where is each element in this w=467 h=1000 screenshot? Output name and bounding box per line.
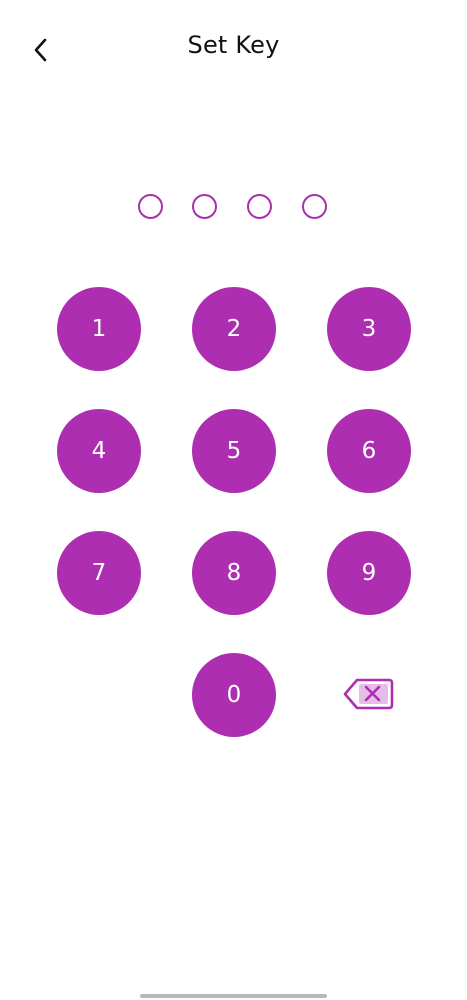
key-0[interactable]: 0 <box>192 653 276 737</box>
key-6[interactable]: 6 <box>327 409 411 493</box>
delete-button[interactable] <box>340 674 396 714</box>
key-1[interactable]: 1 <box>57 287 141 371</box>
key-4[interactable]: 4 <box>57 409 141 493</box>
pin-dot-2 <box>192 194 217 219</box>
pin-dot-3 <box>247 194 272 219</box>
key-3[interactable]: 3 <box>327 287 411 371</box>
app-header: Set Key <box>0 0 467 96</box>
pin-indicator <box>0 194 467 224</box>
key-9[interactable]: 9 <box>327 531 411 615</box>
key-7[interactable]: 7 <box>57 531 141 615</box>
key-5[interactable]: 5 <box>192 409 276 493</box>
key-2[interactable]: 2 <box>192 287 276 371</box>
key-8[interactable]: 8 <box>192 531 276 615</box>
pin-dot-4 <box>302 194 327 219</box>
page-title: Set Key <box>187 31 280 59</box>
pin-dot-1 <box>138 194 163 219</box>
backspace-icon <box>343 678 394 710</box>
home-indicator <box>140 994 327 998</box>
